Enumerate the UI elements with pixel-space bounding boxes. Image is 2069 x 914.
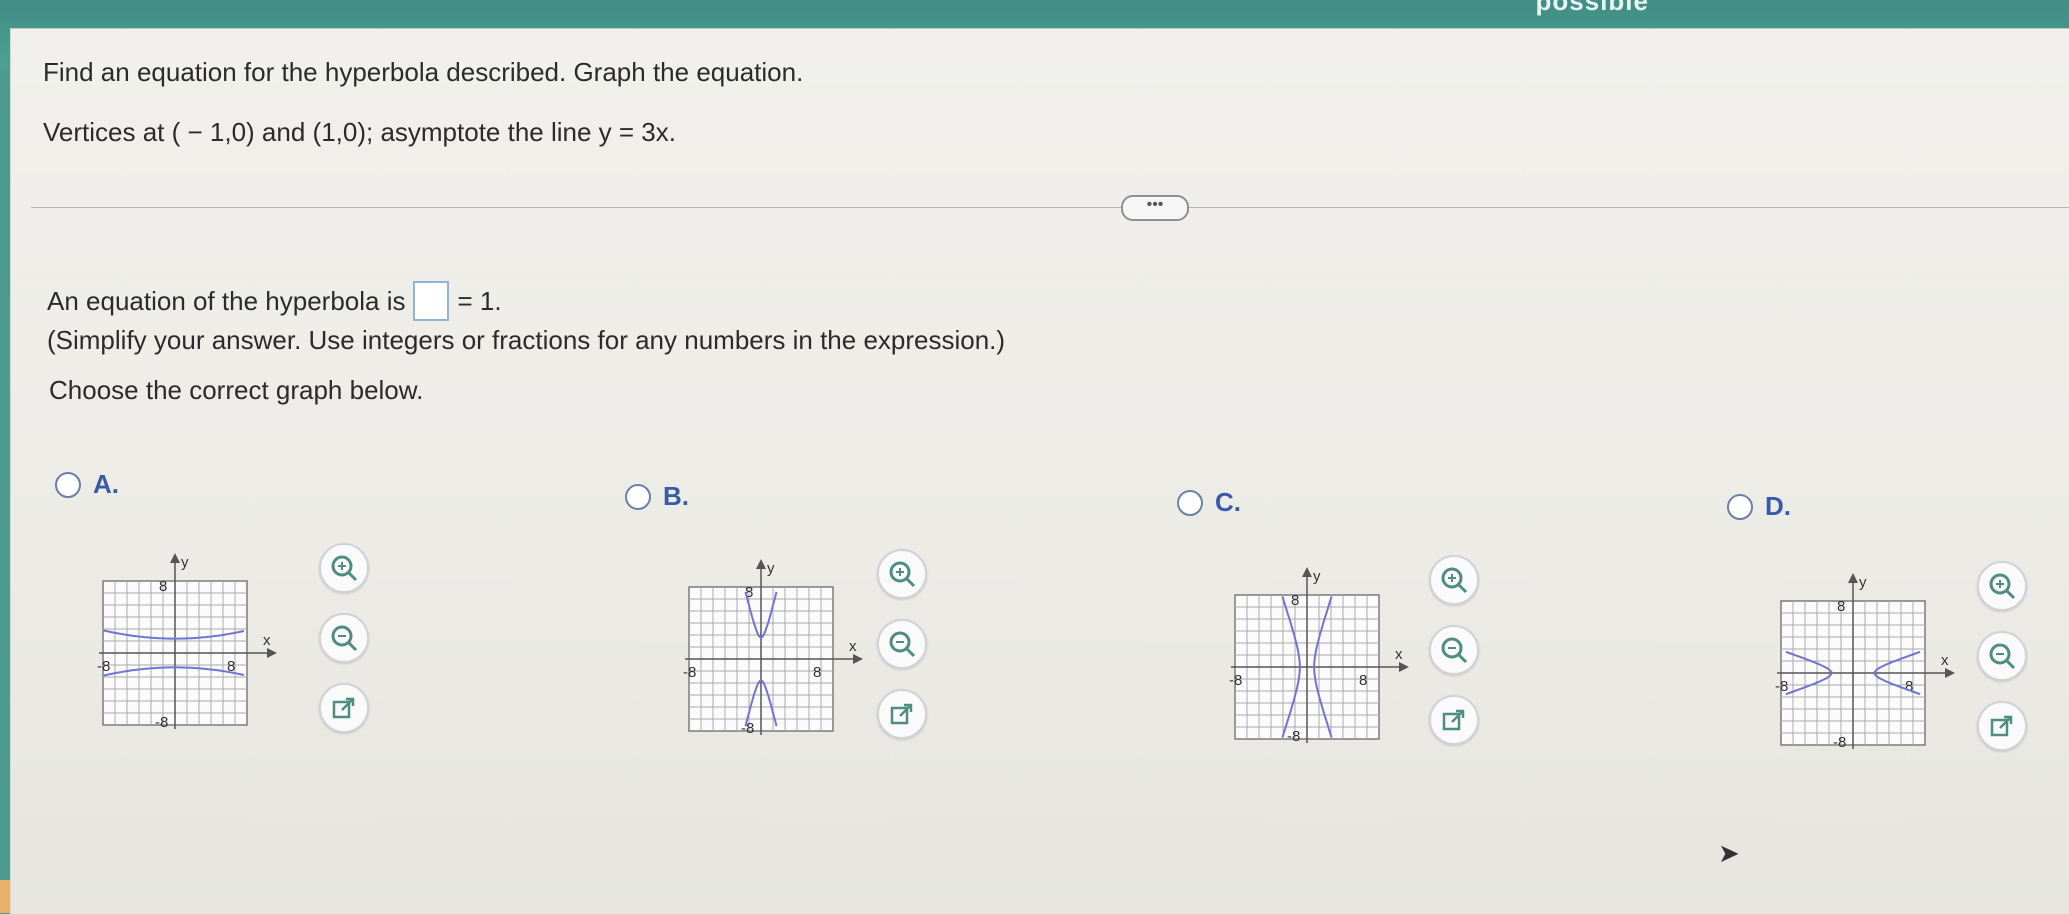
zoom-in-button-d[interactable] bbox=[1977, 561, 2027, 611]
option-c[interactable]: C. bbox=[1177, 487, 1241, 518]
y-axis-arrow bbox=[756, 559, 766, 569]
mouse-cursor-icon: ➤ bbox=[1718, 838, 1740, 868]
x-tick-neg: -8 bbox=[683, 664, 696, 681]
x-axis-arrow bbox=[1945, 668, 1955, 678]
question-panel: Find an equation for the hyperbola descr… bbox=[10, 28, 2069, 914]
option-b[interactable]: B. bbox=[625, 481, 689, 512]
option-b-radio[interactable] bbox=[625, 483, 651, 510]
open-new-window-icon bbox=[332, 697, 355, 719]
graph-c: y x 8 -8 -8 8 bbox=[1229, 567, 1409, 745]
equation-input[interactable] bbox=[413, 281, 450, 321]
x-axis-label: x bbox=[849, 638, 857, 655]
y-tick-neg: -8 bbox=[741, 720, 754, 737]
x-axis-arrow bbox=[267, 648, 277, 658]
x-axis-arrow bbox=[1399, 662, 1409, 672]
option-a-letter: A. bbox=[93, 469, 119, 499]
y-tick-neg: -8 bbox=[155, 714, 168, 731]
open-graph-button-d[interactable] bbox=[1977, 701, 2027, 751]
zoom-in-icon bbox=[889, 561, 916, 588]
y-tick-pos: 8 bbox=[1837, 598, 1845, 615]
top-bar-text: possible bbox=[1535, 0, 1649, 16]
answer-instruction: (Simplify your answer. Use integers or f… bbox=[47, 325, 1006, 355]
zoom-in-button-a[interactable] bbox=[319, 543, 369, 593]
y-tick-pos: 8 bbox=[1291, 592, 1299, 609]
graph-b: yx8-8-8 8 bbox=[683, 559, 863, 737]
zoom-out-button-b[interactable] bbox=[877, 619, 927, 669]
option-c-letter: C. bbox=[1215, 487, 1241, 517]
zoom-out-button-a[interactable] bbox=[319, 613, 369, 663]
graph-a: yx8-8-8 8 bbox=[97, 553, 277, 731]
zoom-in-button-b[interactable] bbox=[877, 549, 927, 599]
zoom-in-icon bbox=[331, 555, 358, 582]
zoom-out-icon bbox=[889, 631, 916, 658]
zoom-out-button-c[interactable] bbox=[1429, 625, 1479, 675]
answer-line: An equation of the hyperbola is = 1. bbox=[47, 281, 502, 321]
answer-suffix: = 1. bbox=[457, 285, 502, 316]
y-axis-label: y bbox=[181, 554, 189, 571]
zoom-in-icon bbox=[1441, 567, 1468, 594]
zoom-out-icon bbox=[331, 625, 358, 652]
more-button[interactable]: ••• bbox=[1121, 195, 1189, 221]
x-tick-neg: -8 bbox=[1229, 672, 1242, 689]
option-b-letter: B. bbox=[663, 481, 689, 511]
zoom-in-icon bbox=[1989, 573, 2016, 600]
option-a-radio[interactable] bbox=[55, 471, 81, 498]
y-tick-pos: 8 bbox=[159, 578, 167, 595]
x-tick-pos: 8 bbox=[1359, 672, 1367, 689]
y-axis-label: y bbox=[767, 560, 775, 577]
zoom-out-icon bbox=[1441, 637, 1468, 664]
x-tick-neg: -8 bbox=[97, 658, 110, 675]
x-axis-arrow bbox=[853, 654, 863, 664]
open-graph-button-b[interactable] bbox=[877, 689, 927, 739]
x-tick-neg: -8 bbox=[1775, 678, 1788, 695]
option-a[interactable]: A. bbox=[55, 469, 119, 500]
zoom-out-button-d[interactable] bbox=[1977, 631, 2027, 681]
x-tick-pos: 8 bbox=[1905, 678, 1913, 695]
open-new-window-icon bbox=[1442, 709, 1465, 731]
zoom-in-button-c[interactable] bbox=[1429, 555, 1479, 605]
y-tick-neg: -8 bbox=[1287, 728, 1300, 745]
section-divider bbox=[31, 207, 2069, 208]
y-axis-arrow bbox=[170, 553, 180, 563]
y-axis-label: y bbox=[1859, 574, 1867, 591]
option-c-radio[interactable] bbox=[1177, 489, 1203, 516]
y-axis-arrow bbox=[1302, 567, 1312, 577]
question-given: Vertices at ( − 1,0) and (1,0); asymptot… bbox=[43, 117, 676, 147]
open-new-window-icon bbox=[1990, 715, 2013, 737]
option-d-radio[interactable] bbox=[1727, 493, 1753, 520]
y-tick-neg: -8 bbox=[1833, 734, 1846, 751]
open-graph-button-c[interactable] bbox=[1429, 695, 1479, 745]
option-d[interactable]: D. bbox=[1727, 491, 1791, 522]
y-axis-label: y bbox=[1313, 568, 1321, 585]
answer-prefix: An equation of the hyperbola is bbox=[47, 285, 406, 316]
graph-d: y x 8 -8 -8 8 bbox=[1775, 573, 1955, 751]
x-axis-label: x bbox=[263, 632, 271, 649]
open-new-window-icon bbox=[890, 703, 913, 725]
zoom-out-icon bbox=[1989, 643, 2016, 670]
question-prompt: Find an equation for the hyperbola descr… bbox=[43, 57, 804, 87]
option-d-letter: D. bbox=[1765, 491, 1791, 521]
x-tick-pos: 8 bbox=[813, 664, 821, 681]
x-axis-label: x bbox=[1395, 646, 1403, 663]
y-axis-arrow bbox=[1848, 573, 1858, 583]
open-graph-button-a[interactable] bbox=[319, 683, 369, 733]
x-axis-label: x bbox=[1941, 652, 1949, 669]
choose-prompt: Choose the correct graph below. bbox=[49, 375, 424, 405]
